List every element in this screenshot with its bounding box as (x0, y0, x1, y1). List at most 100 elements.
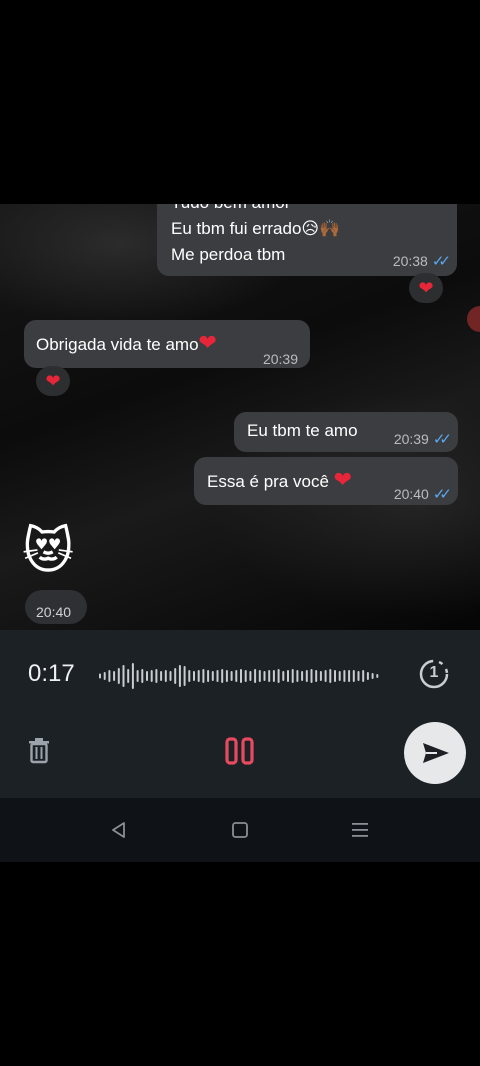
waveform-bar (296, 670, 299, 682)
system-navigation-bar (0, 798, 480, 862)
message-time: 20:39 (262, 351, 298, 367)
waveform-bar (136, 670, 139, 682)
waveform-bar (357, 671, 360, 681)
waveform-bar (263, 671, 266, 681)
waveform-bar (254, 669, 257, 683)
view-once-label: 1 (429, 664, 439, 681)
waveform-bar (174, 668, 177, 684)
send-button[interactable] (404, 722, 466, 784)
waveform-bar (122, 665, 125, 687)
heart-reaction[interactable]: ❤ (36, 366, 70, 396)
waveform-bar (277, 669, 280, 683)
delete-button[interactable] (26, 736, 52, 764)
waveform-bar (244, 670, 247, 682)
message-bubble-incoming[interactable]: Obrigada vida te amo❤ 20:39 (24, 320, 310, 368)
waveform-bar (216, 670, 219, 682)
waveform-bar (334, 670, 336, 682)
message-bubble-outgoing[interactable]: Essa é pra você ❤ 20:40 ✓✓ (194, 457, 458, 505)
waveform-bar (131, 663, 134, 689)
message-meta: 20:40 ✓✓ (393, 481, 452, 508)
waveform-bar (366, 672, 369, 680)
waveform-bar (169, 671, 172, 681)
message-meta: 20:38 ✓✓ (392, 248, 451, 275)
chat-area[interactable]: Tudo bem amor Eu tbm fui errado😥🙌🏾 Me pe… (0, 204, 480, 630)
waveform-bar (338, 671, 341, 681)
waveform-bar (319, 671, 322, 681)
waveform-bar (301, 671, 304, 681)
trash-icon (29, 738, 49, 764)
waveform-bar (146, 671, 148, 681)
home-square-icon (232, 822, 248, 838)
voice-recorder-panel: 0:17 1 (0, 630, 480, 798)
message-meta: 20:39 ✓✓ (393, 426, 452, 453)
waveform-bar (113, 671, 116, 681)
back-triangle-icon (112, 822, 125, 838)
message-time: 20:39 (393, 431, 429, 447)
waveform-bar (99, 673, 101, 679)
recents-button[interactable] (350, 820, 370, 840)
waveform-bar (211, 671, 214, 681)
waveform-bar (282, 671, 285, 681)
message-text: Essa é pra você (207, 472, 329, 491)
message-text: Me perdoa tbm (171, 245, 286, 264)
waveform-bar (178, 665, 181, 687)
waveform-bar (287, 670, 289, 682)
audio-waveform (99, 663, 379, 689)
waveform-bar (197, 670, 200, 682)
heart-reaction[interactable]: ❤ (409, 273, 443, 303)
waveform-bar (329, 669, 332, 683)
pause-recording-button[interactable] (224, 736, 256, 766)
waveform-bar (352, 670, 355, 682)
message-time: 20:38 (392, 253, 428, 269)
waveform-bar (305, 670, 308, 682)
message-time: 20:40 (36, 604, 72, 620)
double-check-icon: ✓✓ (431, 253, 451, 270)
waveform-bar (117, 668, 120, 684)
message-text: Eu tbm fui errado😥🙌🏾 (171, 219, 341, 238)
waveform-bar (202, 669, 205, 683)
waveform-bar (108, 670, 111, 682)
message-time-pill: 20:40 (25, 590, 87, 624)
waveform-bar (249, 671, 252, 681)
waveform-bar (160, 671, 163, 681)
waveform-bar (291, 669, 294, 683)
waveform-bar (183, 666, 186, 686)
message-text: Eu tbm te amo (247, 421, 358, 440)
message-text: Tudo bem amor (171, 204, 290, 216)
waveform-bar (240, 669, 242, 683)
heart-emoji: ❤ (198, 330, 217, 355)
waveform-bar (343, 670, 346, 682)
scroll-indicator (467, 306, 480, 332)
waveform-bar (268, 670, 271, 682)
emoji-message[interactable]: 😻 (22, 520, 86, 586)
heart-emoji: ❤ (333, 467, 353, 492)
menu-lines-icon (352, 823, 368, 837)
waveform-bar (193, 671, 195, 681)
waveform-bar (324, 670, 327, 682)
waveform-bar (235, 670, 238, 682)
message-text: Obrigada vida te amo (36, 335, 199, 354)
waveform-bar (376, 674, 379, 678)
message-bubble-outgoing[interactable]: Tudo bem amor Eu tbm fui errado😥🙌🏾 Me pe… (157, 204, 457, 276)
heart-eyes-cat-emoji: 😻 (22, 523, 75, 579)
back-button[interactable] (108, 820, 130, 840)
pause-icon (225, 737, 254, 765)
waveform-bar (362, 670, 365, 682)
waveform-bar (371, 673, 374, 679)
waveform-bar (272, 670, 275, 682)
waveform-bar (164, 670, 167, 682)
waveform-bar (127, 669, 130, 683)
message-time: 20:40 (393, 486, 429, 502)
message-bubble-outgoing[interactable]: Eu tbm te amo 20:39 ✓✓ (234, 412, 458, 452)
waveform-bar (225, 670, 228, 682)
recording-duration: 0:17 (28, 660, 75, 687)
home-button[interactable] (230, 820, 250, 840)
waveform-bar (155, 669, 158, 683)
waveform-bar (310, 669, 313, 683)
send-icon (423, 743, 449, 763)
waveform-bar (258, 670, 261, 682)
waveform-bar (103, 672, 106, 680)
waveform-bar (348, 670, 351, 682)
view-once-button[interactable]: 1 (418, 658, 450, 690)
waveform-bar (221, 669, 224, 683)
